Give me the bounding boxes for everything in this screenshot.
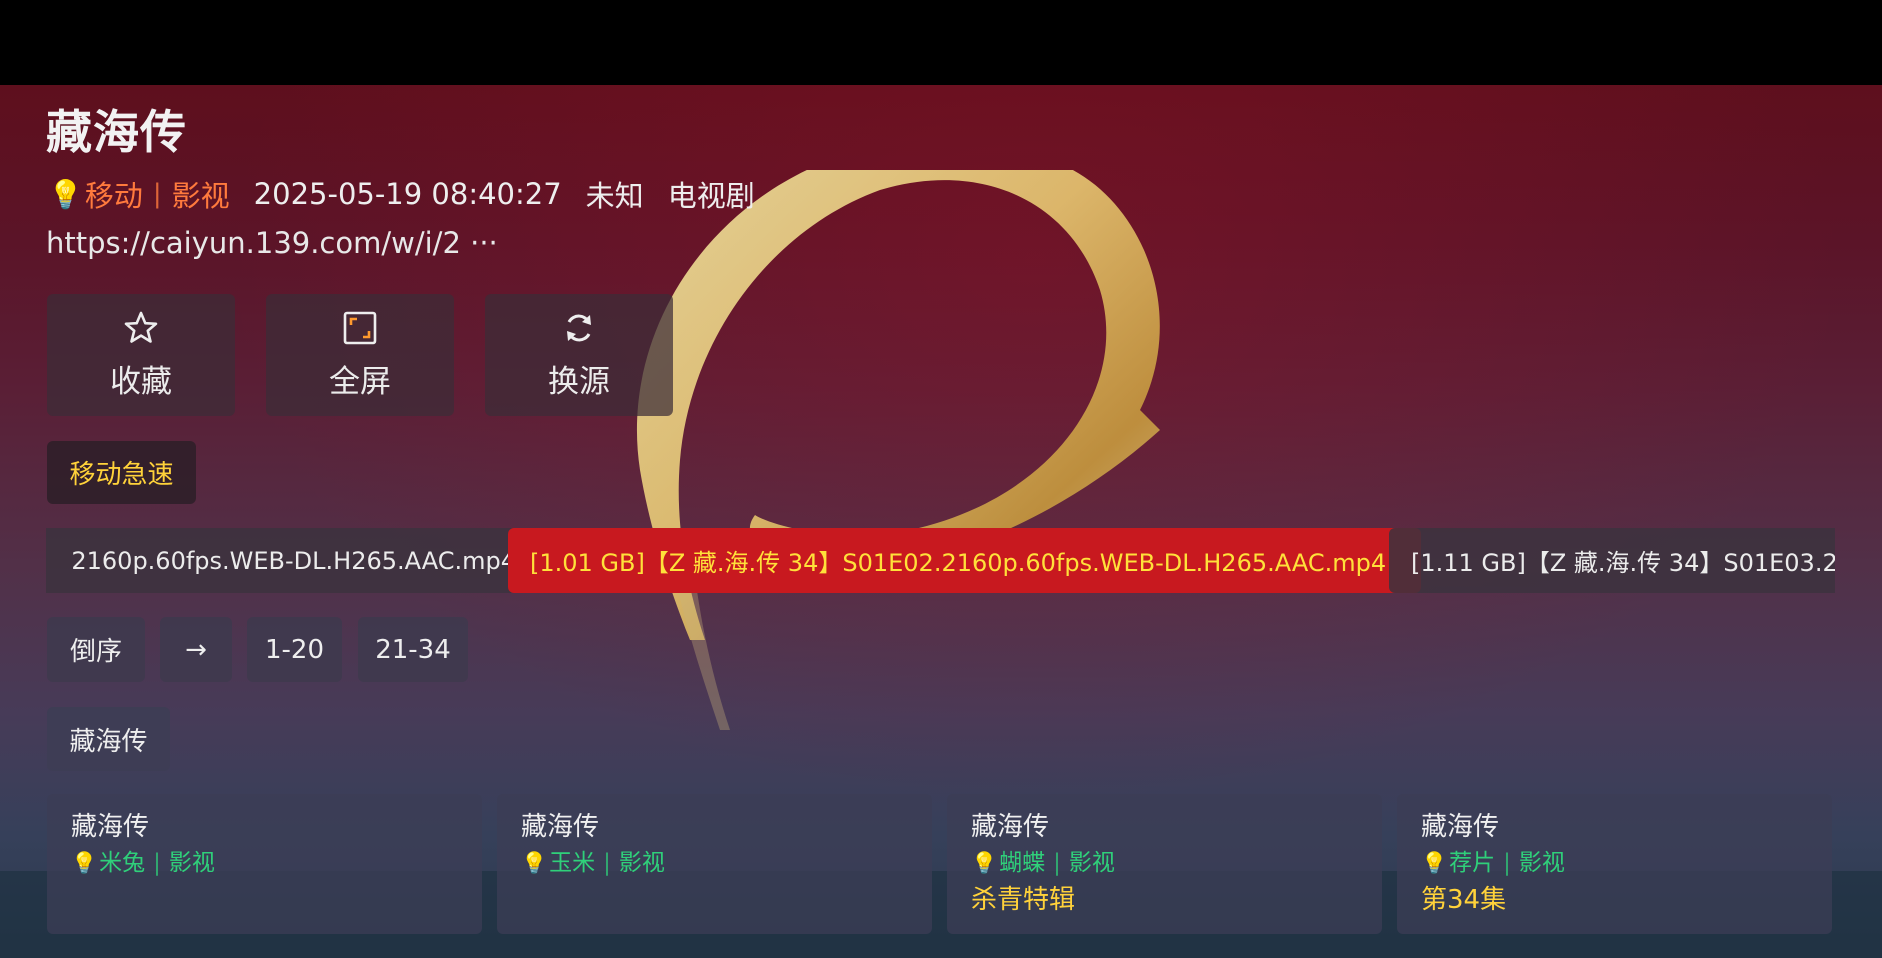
fullscreen-button[interactable]: 全屏 xyxy=(266,294,454,416)
episode-label: [1.01 GB]【Z 藏.海.传 34】S01E02.2160p.60fps.… xyxy=(530,549,1387,577)
result-source-row: 💡 玉米 | 影视 xyxy=(521,844,908,882)
result-type: 影视 xyxy=(168,850,215,876)
range-21-34-button[interactable]: 21-34 xyxy=(358,617,468,682)
result-card[interactable]: 藏海传 💡 蝴蝶 | 影视 杀青特辑 xyxy=(947,794,1382,934)
lightbulb-icon: 💡 xyxy=(48,177,83,211)
result-source-row: 💡 米兔 | 影视 xyxy=(71,844,458,882)
refresh-icon xyxy=(567,314,591,341)
result-source: 米兔 xyxy=(99,850,146,876)
result-title: 藏海传 xyxy=(71,812,150,842)
favorite-button[interactable]: 收藏 xyxy=(47,294,235,416)
episode-item[interactable]: 2160p.60fps.WEB-DL.H265.AAC.mp4 xyxy=(46,528,538,593)
video-meta-row: 💡 移动 | 影视 2025-05-19 08:40:27 未知 电视剧 xyxy=(48,172,755,216)
fullscreen-label: 全屏 xyxy=(329,363,391,400)
result-source: 蝴蝶 xyxy=(999,850,1046,876)
range-1-20-button[interactable]: 1-20 xyxy=(247,617,342,682)
result-card[interactable]: 藏海传 💡 玉米 | 影视 xyxy=(497,794,932,934)
video-url[interactable]: https://caiyun.139.com/w/i/2 ··· xyxy=(46,226,498,260)
result-source-row: 💡 荐片 | 影视 xyxy=(1421,844,1808,882)
change-source-button[interactable]: 换源 xyxy=(485,294,673,416)
result-card[interactable]: 藏海传 💡 荐片 | 影视 第34集 xyxy=(1397,794,1832,934)
fullscreen-icon xyxy=(343,311,377,344)
lightbulb-icon: 💡 xyxy=(71,851,98,875)
result-note: 第34集 xyxy=(1421,885,1507,915)
lightbulb-icon: 💡 xyxy=(1421,851,1448,875)
category-label: 电视剧 xyxy=(667,179,755,213)
result-card[interactable]: 藏海传 💡 米兔 | 影视 xyxy=(47,794,482,934)
reverse-order-button[interactable]: 倒序 xyxy=(47,617,145,682)
source-separator: | xyxy=(152,179,162,209)
lightbulb-icon: 💡 xyxy=(521,851,548,875)
star-icon xyxy=(124,311,158,343)
result-title: 藏海传 xyxy=(521,812,600,842)
result-source: 荐片 xyxy=(1449,850,1496,876)
episode-label: [1.11 GB]【Z 藏.海.传 34】S01E03.2160p.60fps.… xyxy=(1411,549,1835,577)
related-search-tag[interactable]: 藏海传 xyxy=(47,707,170,771)
episode-label: 2160p.60fps.WEB-DL.H265.AAC.mp4 xyxy=(71,546,516,575)
status-bar xyxy=(0,0,1882,85)
result-title: 藏海传 xyxy=(1421,812,1500,842)
episode-item-active[interactable]: [1.01 GB]【Z 藏.海.传 34】S01E02.2160p.60fps.… xyxy=(508,528,1421,593)
favorite-label: 收藏 xyxy=(110,363,172,400)
episode-list: 2160p.60fps.WEB-DL.H265.AAC.mp4 [1.01 GB… xyxy=(46,528,1835,593)
lightbulb-icon: 💡 xyxy=(971,851,998,875)
result-title: 藏海传 xyxy=(971,812,1050,842)
result-note: 杀青特辑 xyxy=(971,885,1076,915)
result-type: 影视 xyxy=(618,850,665,876)
poster-ribbon-logo xyxy=(636,170,1160,730)
app-screen: 藏海传 💡 移动 | 影视 2025-05-19 08:40:27 未知 电视剧… xyxy=(0,0,1882,958)
next-page-arrow-button[interactable]: → xyxy=(160,617,232,682)
change-source-label: 换源 xyxy=(548,363,610,400)
result-source: 玉米 xyxy=(549,850,596,876)
result-type: 影视 xyxy=(1518,850,1565,876)
source-type: 影视 xyxy=(171,179,230,213)
result-source-row: 💡 蝴蝶 | 影视 xyxy=(971,844,1358,882)
episode-item[interactable]: [1.11 GB]【Z 藏.海.传 34】S01E03.2160p.60fps.… xyxy=(1389,528,1835,593)
area-label: 未知 xyxy=(585,179,644,213)
line-tag-mobile-fast[interactable]: 移动急速 xyxy=(47,441,196,504)
video-title: 藏海传 xyxy=(46,105,187,159)
source-name: 移动 xyxy=(84,179,143,213)
result-type: 影视 xyxy=(1068,850,1115,876)
update-time: 2025-05-19 08:40:27 xyxy=(253,177,562,211)
